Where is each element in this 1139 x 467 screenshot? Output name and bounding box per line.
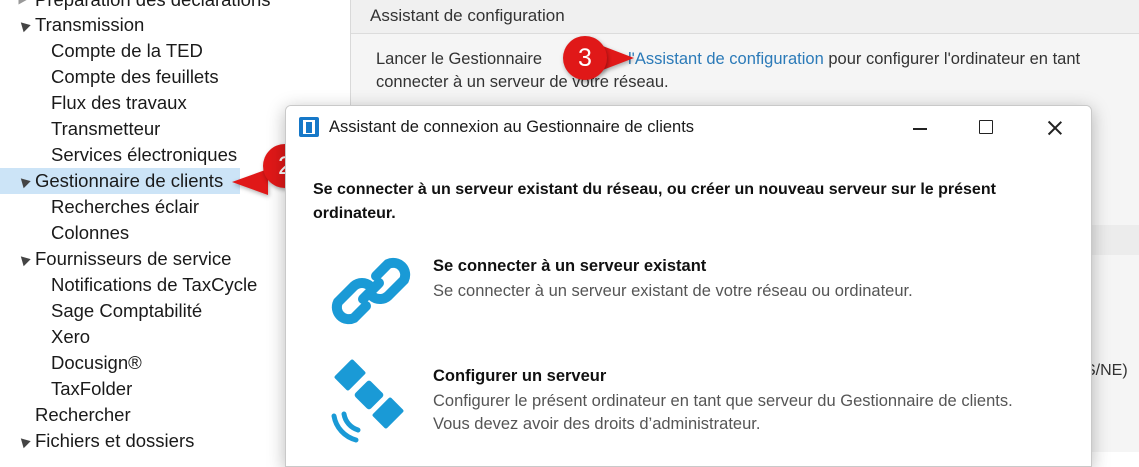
- tree-item-label: Colonnes: [51, 222, 130, 243]
- section-header: Assistant de configuration: [351, 0, 1139, 34]
- option-description: Configurer le présent ordinateur en tant…: [433, 392, 1013, 433]
- description-text: pour configurer l'ordinateur en tant: [823, 50, 1081, 68]
- step-marker-3: 3: [563, 36, 607, 80]
- section-description: Lancer le Gestionnaire l'Assistant de con…: [376, 48, 1136, 94]
- tree-item-label: TaxFolder: [51, 378, 133, 399]
- tree-item-gestionnaire-clients[interactable]: Gestionnaire de clients: [0, 168, 240, 194]
- tree-item-colonnes[interactable]: Colonnes: [51, 220, 129, 246]
- tree-item-docusign[interactable]: Docusign®: [51, 350, 142, 376]
- marker-pointer: [232, 169, 268, 195]
- tree-item-label: Recherches éclair: [51, 196, 200, 217]
- configuration-wizard-link[interactable]: l'Assistant de configuration: [628, 50, 824, 68]
- tree-item-label: Compte des feuillets: [51, 66, 219, 87]
- minimize-button[interactable]: [897, 106, 943, 150]
- description-text: Lancer le Gestionnaire: [376, 50, 543, 68]
- maximize-icon: [979, 120, 993, 134]
- expanded-caret-icon[interactable]: [17, 18, 31, 33]
- minimize-icon: [913, 128, 927, 130]
- option-title: Se connecter à un serveur existant: [433, 257, 707, 275]
- expanded-caret-icon[interactable]: [17, 252, 31, 267]
- connect-existing-server-option[interactable]: Se connecter à un serveur existant Se co…: [326, 246, 1066, 338]
- dialog-titlebar[interactable]: Assistant de connexion au Gestionnaire d…: [286, 106, 1091, 150]
- tree-item-taxfolder[interactable]: TaxFolder: [51, 376, 132, 402]
- tree-item-services-electroniques[interactable]: Services électroniques: [51, 142, 237, 168]
- tree-item-sage-comptabilite[interactable]: Sage Comptabilité: [51, 298, 202, 324]
- tree-item-label: Rechercher: [35, 404, 131, 425]
- tree-item-label: Gestionnaire de clients: [35, 170, 224, 191]
- option-description: Se connecter à un serveur existant de vo…: [433, 282, 913, 300]
- description-text: connecter à un serveur de votre réseau.: [376, 73, 669, 91]
- configure-server-option[interactable]: Configurer un serveur Configurer le prés…: [326, 356, 1066, 448]
- tree-item-label: Sage Comptabilité: [51, 300, 203, 321]
- tree-item-xero[interactable]: Xero: [51, 324, 90, 350]
- tree-item-label: Services électroniques: [51, 144, 238, 165]
- section-title: Assistant de configuration: [370, 6, 565, 25]
- tree-item-rechercher[interactable]: Rechercher: [35, 402, 131, 428]
- connection-wizard-dialog: Assistant de connexion au Gestionnaire d…: [285, 105, 1092, 467]
- tree-item-label: Fichiers et dossiers: [35, 430, 195, 451]
- tree-item-recherches-eclair[interactable]: Recherches éclair: [51, 194, 199, 220]
- expanded-caret-icon[interactable]: [17, 174, 31, 189]
- tree-item-label: Xero: [51, 326, 91, 347]
- dialog-title: Assistant de connexion au Gestionnaire d…: [329, 118, 695, 136]
- satellite-icon: [331, 359, 404, 443]
- option-title: Configurer un serveur: [433, 367, 607, 385]
- tree-item-label: Fournisseurs de service: [35, 248, 232, 269]
- dialog-intro-text: Se connecter à un serveur existant du ré…: [313, 181, 996, 222]
- tree-item-label: Flux des travaux: [51, 92, 187, 113]
- tree-item-label: Transmetteur: [51, 118, 161, 139]
- maximize-button[interactable]: [963, 106, 1009, 150]
- tree-item-label: Docusign®: [51, 352, 142, 373]
- tree-item-compte-feuillets[interactable]: Compte des feuillets: [51, 64, 219, 90]
- tree-item-label: Notifications de TaxCycle: [51, 274, 258, 295]
- tree-item-notifications-taxcycle[interactable]: Notifications de TaxCycle: [51, 272, 257, 298]
- tree-item-flux-travaux[interactable]: Flux des travaux: [51, 90, 187, 116]
- expanded-caret-icon[interactable]: [17, 434, 31, 449]
- tree-item-label: Compte de la TED: [51, 40, 203, 61]
- taxcycle-app-icon: [299, 117, 319, 137]
- tree-item-compte-ted[interactable]: Compte de la TED: [51, 38, 203, 64]
- collapsed-caret-icon[interactable]: [18, 0, 28, 5]
- tree-item-transmetteur[interactable]: Transmetteur: [51, 116, 160, 142]
- close-button[interactable]: [1031, 106, 1077, 150]
- tree-item-label: Transmission: [35, 14, 145, 35]
- tree-item-transmission[interactable]: Transmission: [0, 12, 350, 38]
- link-icon: [331, 257, 411, 325]
- marker-label: 3: [578, 44, 592, 72]
